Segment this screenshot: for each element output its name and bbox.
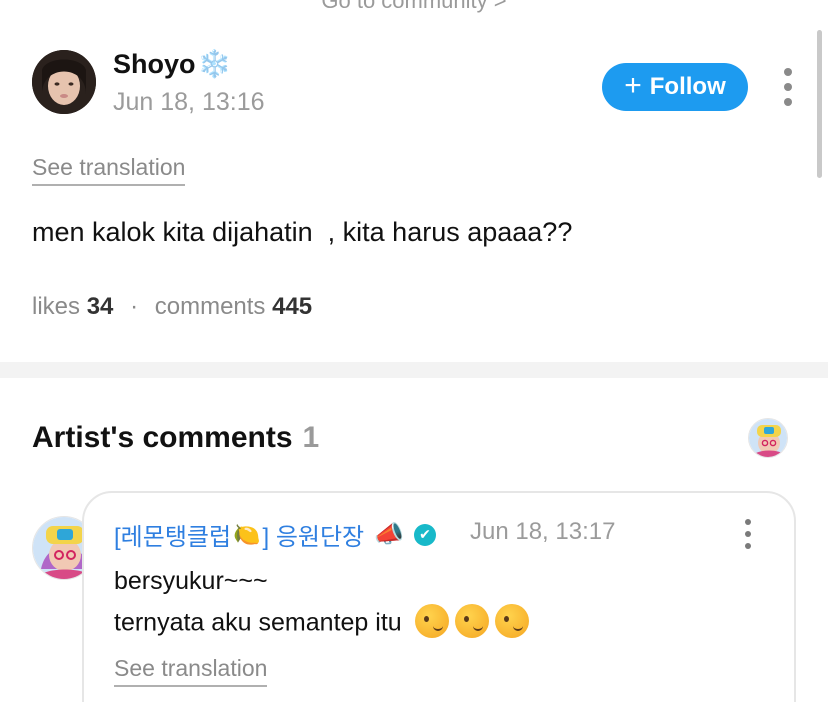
- follow-label: Follow: [649, 73, 726, 100]
- artist-avatar-small[interactable]: [748, 418, 788, 458]
- comments-label[interactable]: comments: [155, 293, 266, 320]
- scrollbar[interactable]: [817, 30, 822, 178]
- more-options-icon[interactable]: [780, 68, 796, 106]
- follow-button[interactable]: + Follow: [602, 63, 748, 111]
- winking-face-icon: [414, 604, 449, 638]
- comment-see-translation-link[interactable]: See translation: [114, 655, 268, 687]
- likes-label: likes: [32, 293, 81, 320]
- go-to-community-link[interactable]: Go to community >: [0, 0, 828, 14]
- lemon-icon: 🍋: [233, 521, 261, 547]
- commenter-name-prefix: [레몬탱클럽: [114, 524, 232, 551]
- stats-separator: ·: [130, 293, 139, 320]
- post-timestamp: Jun 18, 13:16: [113, 88, 265, 116]
- comment-line-2-text: ternyata aku semantep itu: [114, 608, 402, 637]
- artist-comments-title: Artist's comments: [32, 421, 293, 454]
- post-body: men kalok kita dijahatin , kita harus ap…: [32, 217, 573, 247]
- author-name[interactable]: Shoyo❄️: [113, 48, 231, 80]
- comment-more-options-icon[interactable]: [740, 519, 756, 549]
- comment-timestamp: Jun 18, 13:17: [470, 518, 616, 545]
- verified-check-icon: ✔: [414, 523, 437, 546]
- winking-face-icon: [454, 604, 489, 638]
- commenter-name-suffix: ] 응원단장: [262, 524, 365, 551]
- post-header: Shoyo❄️ Jun 18, 13:16 + Follow: [32, 48, 802, 118]
- likes-count: 34: [86, 293, 114, 320]
- plus-icon: +: [624, 68, 642, 102]
- post-stats: likes 34 · comments 445: [32, 293, 312, 321]
- artist-comments-heading: Artist's comments 1: [32, 421, 319, 455]
- see-translation-link[interactable]: See translation: [32, 154, 186, 186]
- top-bar: Go to community >: [0, 0, 828, 14]
- comment-line-1: bersyukur~~~: [114, 567, 268, 595]
- author-name-text: Shoyo: [113, 49, 196, 79]
- comment-line-2: ternyata aku semantep itu: [114, 604, 529, 641]
- section-divider: [0, 362, 828, 378]
- commenter-name[interactable]: [레몬탱클럽 🍋] 응원단장 📣 ✔: [114, 517, 437, 552]
- artist-comments-count: 1: [302, 421, 320, 454]
- snowflake-icon: ❄️: [197, 49, 232, 79]
- artist-comment-card: [레몬탱클럽 🍋] 응원단장 📣 ✔ Jun 18, 13:17 bersyukur~…: [82, 491, 796, 702]
- comments-count[interactable]: 445: [272, 293, 312, 320]
- author-avatar[interactable]: [32, 50, 96, 114]
- winking-face-icon: [494, 604, 529, 638]
- megaphone-icon: 📣: [374, 521, 405, 548]
